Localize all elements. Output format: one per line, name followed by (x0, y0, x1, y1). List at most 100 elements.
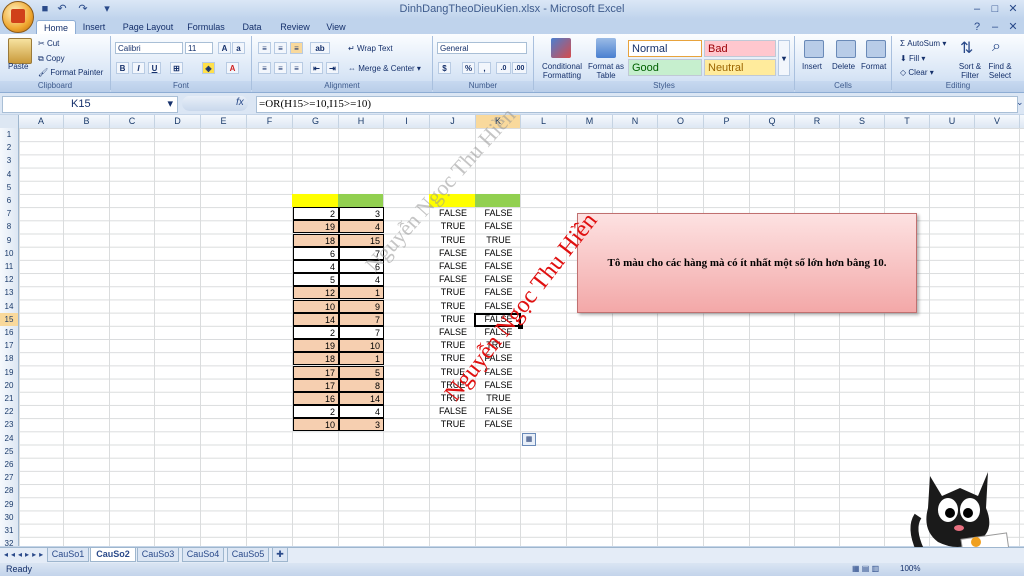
cell-k22[interactable]: FALSE (476, 405, 521, 418)
name-box-dropdown-icon[interactable]: ▾ (167, 97, 173, 112)
sheet-tab-causo1[interactable]: CauSo1 (47, 548, 89, 562)
cell-h16[interactable]: 7 (339, 326, 384, 339)
font-color-icon[interactable]: A (226, 62, 239, 74)
help-icon[interactable]: ? (970, 20, 984, 34)
cell-g10[interactable]: 6 (293, 246, 339, 260)
row-header-30[interactable]: 30 (0, 511, 18, 524)
header-cell-g6[interactable] (292, 194, 338, 207)
align-bottom-icon[interactable]: ≡ (290, 42, 303, 54)
column-header-q[interactable]: Q (750, 115, 795, 128)
row-header-18[interactable]: 18 (0, 352, 18, 365)
insert-sheet-icon[interactable]: ✚ (272, 548, 288, 562)
row-header-31[interactable]: 31 (0, 524, 18, 537)
underline-icon[interactable]: U (148, 62, 161, 74)
cell-j10[interactable]: FALSE (430, 247, 476, 260)
cell-g23[interactable]: 10 (293, 418, 339, 432)
close-icon[interactable]: ✕ (1006, 2, 1020, 16)
row-header-6[interactable]: 6 (0, 194, 18, 207)
cell-h17[interactable]: 10 (339, 339, 384, 353)
workbook-close-icon[interactable]: ✕ (1006, 20, 1020, 34)
row-header-8[interactable]: 8 (0, 220, 18, 233)
column-header-h[interactable]: H (339, 115, 384, 128)
cell-k12[interactable]: FALSE (476, 273, 521, 286)
column-header-u[interactable]: U (930, 115, 975, 128)
align-top-icon[interactable]: ≡ (258, 42, 271, 54)
cell-h20[interactable]: 8 (339, 378, 384, 392)
merge-center-button[interactable]: ⇔ Merge & Center ▾ (348, 64, 421, 73)
column-header-b[interactable]: B (64, 115, 110, 128)
grow-font-icon[interactable]: A (218, 42, 231, 54)
sheet-tab-causo2[interactable]: CauSo2 (90, 548, 136, 562)
borders-icon[interactable]: ⊞ (170, 62, 183, 74)
cell-h19[interactable]: 5 (339, 365, 384, 379)
row-header-3[interactable]: 3 (0, 154, 18, 167)
cell-g13[interactable]: 12 (293, 286, 339, 300)
style-bad[interactable]: Bad (704, 40, 776, 57)
cell-h14[interactable]: 9 (339, 299, 384, 313)
align-center-icon[interactable]: ≡ (274, 62, 287, 74)
style-normal[interactable]: Normal (628, 40, 702, 57)
row-header-15[interactable]: 15 (0, 312, 18, 326)
cell-j13[interactable]: TRUE (430, 286, 476, 299)
row-header-28[interactable]: 28 (0, 484, 18, 497)
cell-g11[interactable]: 4 (293, 260, 339, 273)
cell-k8[interactable]: FALSE (476, 220, 521, 233)
font-name-select[interactable]: Calibri (115, 42, 183, 54)
increase-decimal-icon[interactable]: .0 (496, 62, 511, 74)
insert-cells-icon[interactable] (804, 40, 824, 58)
styles-more-icon[interactable]: ▾ (778, 40, 790, 76)
expand-formula-bar-icon[interactable]: ⌄ (1016, 97, 1024, 108)
italic-icon[interactable]: I (132, 62, 145, 74)
header-cell-k6[interactable] (475, 194, 520, 207)
row-header-4[interactable]: 4 (0, 168, 18, 181)
bold-icon[interactable]: B (116, 62, 129, 74)
column-header-r[interactable]: R (795, 115, 840, 128)
name-box[interactable]: K15 ▾ (2, 96, 178, 113)
percent-icon[interactable]: % (462, 62, 475, 74)
cell-j23[interactable]: TRUE (430, 418, 476, 431)
fill-color-icon[interactable]: ◈ (202, 62, 215, 74)
minimize-icon[interactable]: – (970, 2, 984, 16)
tab-home[interactable]: Home (36, 20, 76, 35)
clear-button[interactable]: ◇ Clear ▾ (900, 68, 934, 77)
sheet-tab-causo4[interactable]: CauSo4 (182, 548, 224, 562)
cell-g16[interactable]: 2 (293, 326, 339, 339)
paste-icon[interactable] (8, 38, 32, 64)
cell-j16[interactable]: FALSE (430, 326, 476, 339)
cell-g20[interactable]: 17 (293, 378, 339, 392)
cell-g12[interactable]: 5 (293, 273, 339, 287)
column-header-l[interactable]: L (521, 115, 567, 128)
sheet-nav-icons[interactable]: ◂◂◂▸▸▸ (4, 550, 46, 559)
row-header-1[interactable]: 1 (0, 128, 18, 141)
row-header-5[interactable]: 5 (0, 181, 18, 194)
row-header-25[interactable]: 25 (0, 445, 18, 458)
row-header-11[interactable]: 11 (0, 260, 18, 273)
row-header-13[interactable]: 13 (0, 286, 18, 299)
row-header-20[interactable]: 20 (0, 379, 18, 392)
workbook-minimize-icon[interactable]: – (988, 20, 1002, 34)
row-header-19[interactable]: 19 (0, 366, 18, 379)
insert-function-icon[interactable]: fx (236, 97, 244, 108)
row-header-17[interactable]: 17 (0, 339, 18, 352)
cell-g19[interactable]: 17 (293, 365, 339, 379)
office-button[interactable] (2, 1, 34, 33)
note-textbox[interactable]: Tô màu cho các hàng mà có ít nhất một số… (577, 213, 917, 313)
orientation-icon[interactable]: ab (310, 42, 330, 54)
comma-icon[interactable]: , (478, 62, 491, 74)
column-header-p[interactable]: P (704, 115, 750, 128)
fill-button[interactable]: ⬇ Fill ▾ (900, 54, 925, 63)
format-painter-button[interactable]: 🖌 Format Painter (38, 68, 103, 77)
row-header-2[interactable]: 2 (0, 141, 18, 154)
column-header-i[interactable]: I (384, 115, 430, 128)
cell-g18[interactable]: 18 (293, 352, 339, 366)
format-button[interactable]: Format (861, 62, 886, 71)
cell-k20[interactable]: FALSE (476, 379, 521, 392)
style-neutral[interactable]: Neutral (704, 59, 776, 76)
cell-k11[interactable]: FALSE (476, 260, 521, 273)
cell-j12[interactable]: FALSE (430, 273, 476, 286)
cell-k23[interactable]: FALSE (476, 418, 521, 431)
row-header-27[interactable]: 27 (0, 471, 18, 484)
cell-j9[interactable]: TRUE (430, 234, 476, 247)
row-header-14[interactable]: 14 (0, 300, 18, 313)
cell-g8[interactable]: 19 (293, 220, 339, 234)
